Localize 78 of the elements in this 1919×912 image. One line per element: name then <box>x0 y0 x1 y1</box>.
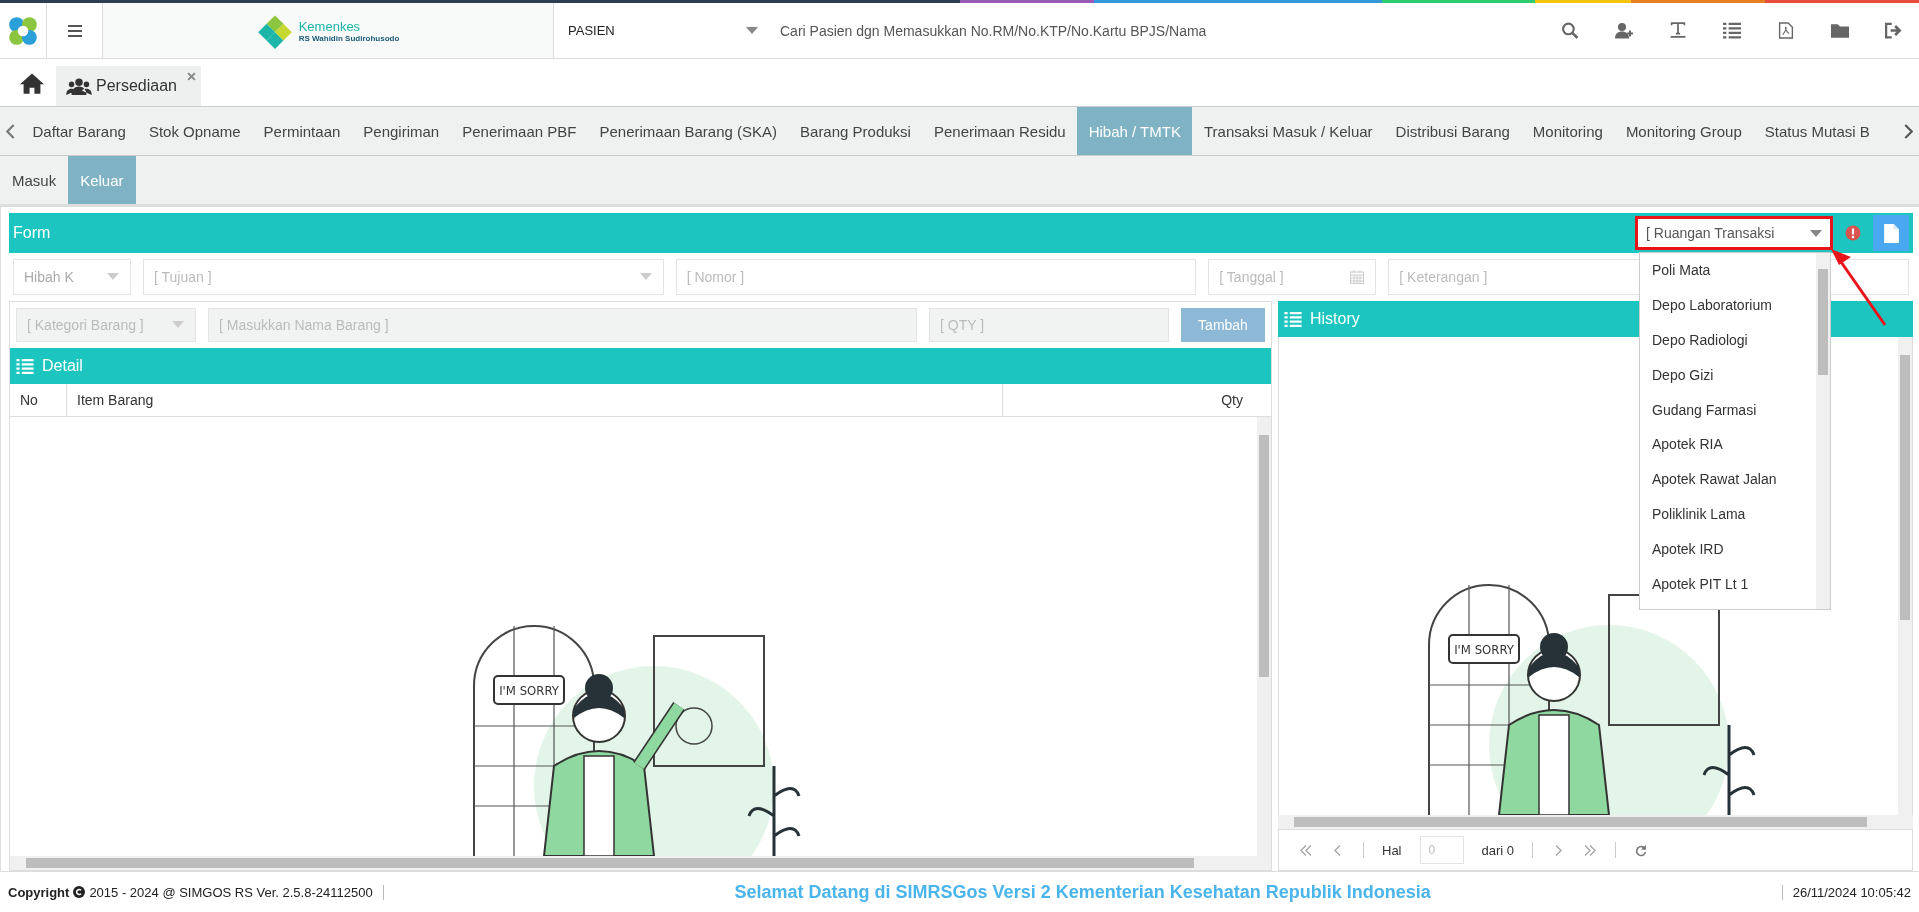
dropdown-option[interactable]: Depo Laboratorium <box>1640 287 1816 323</box>
column-header: Item Barang <box>67 384 1003 416</box>
pdf-file-icon[interactable] <box>1777 22 1795 39</box>
scrollbar[interactable] <box>10 856 1271 870</box>
new-document-button[interactable] <box>1873 215 1909 251</box>
caret-icon <box>746 27 758 34</box>
dropdown-option[interactable]: Poliklinik Lama <box>1640 496 1816 532</box>
text-width-icon[interactable] <box>1669 22 1687 39</box>
scrollbar[interactable] <box>1257 417 1271 856</box>
copyright-icon <box>73 886 86 898</box>
list-icon <box>1284 311 1302 327</box>
menu-tab[interactable]: Penerimaan Residu <box>922 107 1078 155</box>
menu-tab[interactable]: Pengiriman <box>351 107 451 155</box>
folder-icon[interactable] <box>1831 22 1849 39</box>
dropdown-option[interactable]: Poli Mata <box>1640 253 1816 288</box>
search-icon[interactable] <box>1561 22 1579 39</box>
caret-icon <box>639 273 652 280</box>
menu-tab[interactable]: Barang Produksi <box>788 107 923 155</box>
sub-tab[interactable]: Masuk <box>0 156 69 204</box>
caret-icon <box>172 321 184 328</box>
chevron-left-icon[interactable] <box>6 123 15 139</box>
form-field[interactable]: [ Nomor ] <box>675 259 1197 295</box>
page-label: Hal <box>1382 842 1402 858</box>
menu-tab[interactable]: Status Mutasi B <box>1753 107 1882 155</box>
dropdown-option[interactable]: Apotek PIT Lt 1 <box>1640 566 1816 601</box>
menu-tab[interactable]: Monitoring Group <box>1614 107 1754 155</box>
speech-bubble: I'M SORRY <box>1447 634 1520 664</box>
home-icon[interactable] <box>20 72 44 94</box>
menu-tab[interactable]: Permintaan <box>252 107 352 155</box>
first-page-icon[interactable] <box>1299 843 1313 857</box>
patient-type-select[interactable]: PASIEN <box>554 23 768 38</box>
column-header: No <box>10 384 67 416</box>
dropdown-option[interactable]: Apotek Rawat Jalan <box>1640 461 1816 497</box>
dropdown-option[interactable]: Apotek RIA <box>1640 427 1816 462</box>
last-page-icon[interactable] <box>1583 843 1598 857</box>
dropdown-option[interactable]: Depo Gizi <box>1640 357 1816 393</box>
room-select[interactable]: [ Ruangan Transaksi <box>1635 216 1833 250</box>
welcome-message: Selamat Datang di SIMRSGos Versi 2 Kementerian Kesehatan Republik Indonesia <box>733 881 1432 903</box>
logo-subtitle: RS Wahidin Sudirohusodo <box>298 33 400 43</box>
chevron-right-icon[interactable] <box>1904 123 1913 139</box>
form-field[interactable]: [ Tujuan ] <box>143 259 664 295</box>
add-user-icon[interactable] <box>1615 22 1633 39</box>
open-tab[interactable]: Persediaan <box>56 66 201 106</box>
caret-icon <box>1810 229 1822 237</box>
refresh-icon[interactable] <box>1634 843 1649 857</box>
copyright-label: Copyright <box>8 884 70 900</box>
form-title: Form <box>12 224 51 242</box>
scrollbar[interactable] <box>1816 253 1830 609</box>
dropdown-option[interactable]: Gudang Farmasi <box>1640 392 1816 427</box>
menu-tab[interactable]: Daftar Barang <box>21 107 138 155</box>
dropdown-option[interactable]: Apotek IRD <box>1640 531 1816 567</box>
close-icon[interactable] <box>186 72 196 81</box>
page-total: dari 0 <box>1481 842 1515 858</box>
dropdown-option[interactable]: Depo Radiologi <box>1640 322 1816 358</box>
copyright-text: 2015 - 2024 @ SIMGOS RS Ver. 2.5.8-24112500 <box>89 884 373 900</box>
menu-tab[interactable]: Penerimaan PBF <box>450 107 588 155</box>
list-icon[interactable] <box>1723 22 1741 39</box>
column-header: Qty <box>1220 391 1244 410</box>
menu-tab[interactable]: Penerimaan Barang (SKA) <box>587 107 789 155</box>
file-icon <box>1883 223 1899 243</box>
date-time: 26/11/2024 10:05:42 <box>1781 884 1911 900</box>
list-icon <box>16 358 34 374</box>
menu-tab[interactable]: Transaksi Masuk / Keluar <box>1192 107 1385 155</box>
caret-icon <box>107 273 119 280</box>
scrollbar[interactable] <box>1898 337 1912 815</box>
history-title: History <box>1310 310 1360 328</box>
users-icon <box>66 77 92 95</box>
logo-title: Kemenkes <box>298 18 362 34</box>
logout-icon[interactable] <box>1885 22 1903 39</box>
menu-icon <box>67 24 82 37</box>
scrollbar[interactable] <box>1278 815 1913 829</box>
menu-tab[interactable]: Monitoring <box>1521 107 1615 155</box>
alert-icon <box>1845 225 1861 241</box>
menu-tab[interactable]: Stok Opname <box>137 107 253 155</box>
menu-tab[interactable]: Distribusi Barang <box>1384 107 1522 155</box>
detail-title: Detail <box>42 357 83 375</box>
speech-bubble: I'M SORRY <box>492 675 565 705</box>
form-field[interactable]: [ Tanggal ] <box>1208 259 1377 295</box>
